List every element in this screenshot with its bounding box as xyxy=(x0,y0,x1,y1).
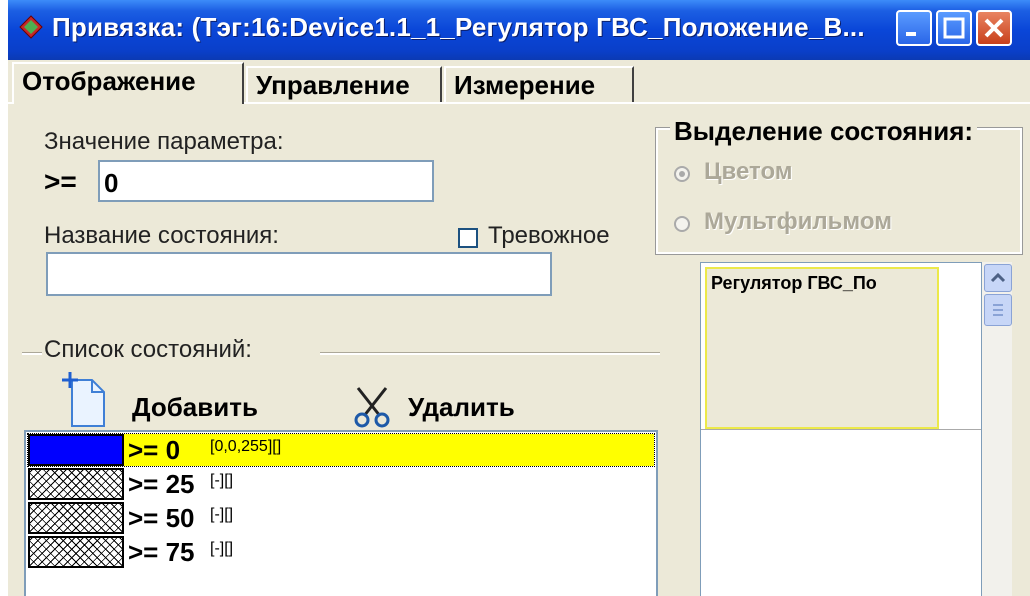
maximize-button[interactable] xyxy=(936,10,972,46)
minimize-button[interactable] xyxy=(896,10,932,46)
highlight-title: Выделение состояния: xyxy=(670,116,978,147)
radio-by-color-label: Цветом xyxy=(704,158,793,185)
scroll-thumb[interactable] xyxy=(984,294,1012,326)
app-icon xyxy=(19,15,43,39)
title-bar[interactable]: Привязка: (Тэг:16:Device1.1_1_Регулятор … xyxy=(8,0,1030,60)
tab-measure[interactable]: Измерение xyxy=(444,66,634,102)
dialog-window: Привязка: (Тэг:16:Device1.1_1_Регулятор … xyxy=(8,0,1030,596)
state-row[interactable]: >= 50 [-][] xyxy=(28,502,654,534)
state-row[interactable]: >= 25 [-][] xyxy=(28,468,654,500)
state-color-swatch xyxy=(28,434,124,466)
preview-divider xyxy=(701,429,981,430)
radio-by-animation[interactable] xyxy=(674,216,690,232)
chevron-up-icon xyxy=(990,272,1006,283)
state-attrs: [-][] xyxy=(210,540,234,557)
states-list[interactable]: >= 0 [0,0,255][] >= 25 [-][] >= 50 [-][]… xyxy=(24,430,658,596)
preview-scrollbar[interactable] xyxy=(982,262,1012,596)
preview-panel: Регулятор ГВС_По xyxy=(700,262,982,596)
tab-strip: Отображение Управление Измерение xyxy=(8,62,1030,104)
state-name-input[interactable] xyxy=(46,252,552,296)
window-title: Привязка: (Тэг:16:Device1.1_1_Регулятор … xyxy=(52,12,865,42)
close-icon xyxy=(984,18,1004,38)
states-label: Список состояний: xyxy=(44,336,252,363)
state-attrs: [0,0,255][] xyxy=(210,438,282,456)
state-row[interactable]: >= 75 [-][] xyxy=(28,536,654,568)
new-file-icon xyxy=(62,372,105,427)
delete-label: Удалить xyxy=(408,392,515,422)
state-attrs: [-][] xyxy=(210,472,234,489)
state-condition: >= 75 xyxy=(128,537,195,567)
preview-text: Регулятор ГВС_По xyxy=(711,273,877,293)
param-label: Значение параметра: xyxy=(44,128,284,155)
tab-control[interactable]: Управление xyxy=(246,66,442,102)
alarm-checkbox[interactable] xyxy=(458,228,478,248)
param-operator: >= xyxy=(44,166,77,197)
close-button[interactable] xyxy=(976,10,1012,46)
states-sep-right xyxy=(320,352,660,355)
state-attrs: [-][] xyxy=(210,506,234,523)
scissors-icon xyxy=(354,387,390,428)
radio-by-animation-label: Мультфильмом xyxy=(704,208,892,235)
param-value-input[interactable]: 0 xyxy=(98,160,434,202)
alarm-label: Тревожное xyxy=(488,222,610,249)
minimize-icon xyxy=(906,32,916,36)
add-button[interactable]: Добавить xyxy=(62,372,362,428)
param-value: 0 xyxy=(104,168,119,198)
state-hatch-swatch xyxy=(28,468,124,500)
state-condition: >= 25 xyxy=(128,469,195,499)
state-hatch-swatch xyxy=(28,536,124,568)
tab-display[interactable]: Отображение xyxy=(12,62,244,104)
maximize-icon xyxy=(943,17,965,39)
radio-by-color[interactable] xyxy=(674,166,690,182)
state-row[interactable]: >= 0 [0,0,255][] xyxy=(27,433,655,467)
state-name-label: Название состояния: xyxy=(44,222,279,249)
preview-box: Регулятор ГВС_По xyxy=(705,267,939,429)
scroll-up-button[interactable] xyxy=(984,264,1012,292)
add-label: Добавить xyxy=(132,392,258,422)
grip-icon xyxy=(993,304,1003,316)
delete-button[interactable]: Удалить xyxy=(352,386,552,430)
states-sep-left xyxy=(22,352,42,355)
state-condition: >= 50 xyxy=(128,503,195,533)
state-condition: >= 0 xyxy=(128,435,181,465)
state-hatch-swatch xyxy=(28,502,124,534)
